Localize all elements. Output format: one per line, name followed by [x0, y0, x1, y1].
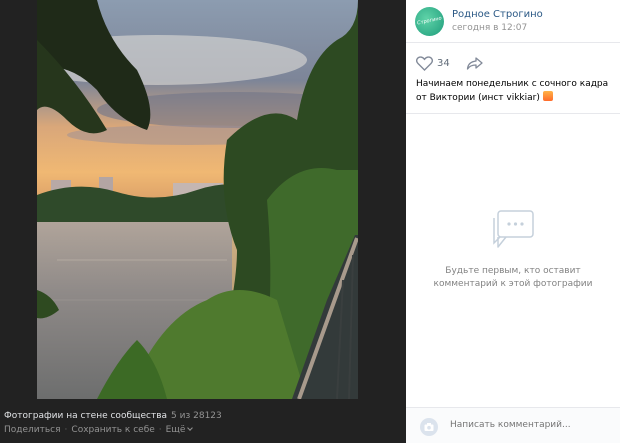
comments-icon: [493, 210, 534, 248]
post-date[interactable]: сегодня в 12:07: [452, 23, 527, 33]
share-link[interactable]: Поделиться: [4, 425, 61, 435]
viewer-footer: Фотографии на стене сообщества 5 из 28123…: [0, 408, 406, 443]
author-name[interactable]: Родное Строгино: [452, 9, 543, 20]
comment-input[interactable]: [450, 420, 600, 430]
avatar-logo-text: Строгино: [416, 15, 443, 27]
heart-icon[interactable]: [416, 56, 433, 71]
like-count: 34: [437, 58, 450, 69]
caption-text: Начинаем понедельник с сочного кадра от …: [416, 79, 609, 103]
separator-dot: ·: [64, 425, 68, 435]
photo-position: 5 из 28123: [171, 411, 222, 421]
share-icon[interactable]: [466, 56, 484, 71]
divider: [406, 113, 620, 114]
photo-image: [37, 0, 358, 399]
chevron-down-icon: [187, 425, 194, 431]
photo-viewer: Фотографии на стене сообщества 5 из 28123…: [0, 0, 406, 443]
post-caption: Начинаем понедельник с сочного кадра от …: [416, 78, 616, 105]
sunset-emoji-icon: [542, 91, 553, 101]
no-comments-text: Будьте первым, кто оставит комментарий к…: [433, 266, 593, 289]
comment-composer: [406, 407, 620, 443]
post-header: Строгино Родное Строгино сегодня в 12:07: [406, 0, 620, 43]
camera-icon[interactable]: [420, 418, 438, 436]
avatar[interactable]: Строгино: [415, 7, 444, 36]
post-panel: Строгино Родное Строгино сегодня в 12:07…: [406, 0, 620, 443]
photo[interactable]: [37, 0, 358, 399]
more-link[interactable]: Ещё: [165, 425, 194, 435]
separator-dot: ·: [158, 425, 162, 435]
save-link[interactable]: Сохранить к себе: [71, 425, 154, 435]
more-label: Ещё: [165, 425, 186, 435]
album-title[interactable]: Фотографии на стене сообщества: [4, 411, 167, 421]
